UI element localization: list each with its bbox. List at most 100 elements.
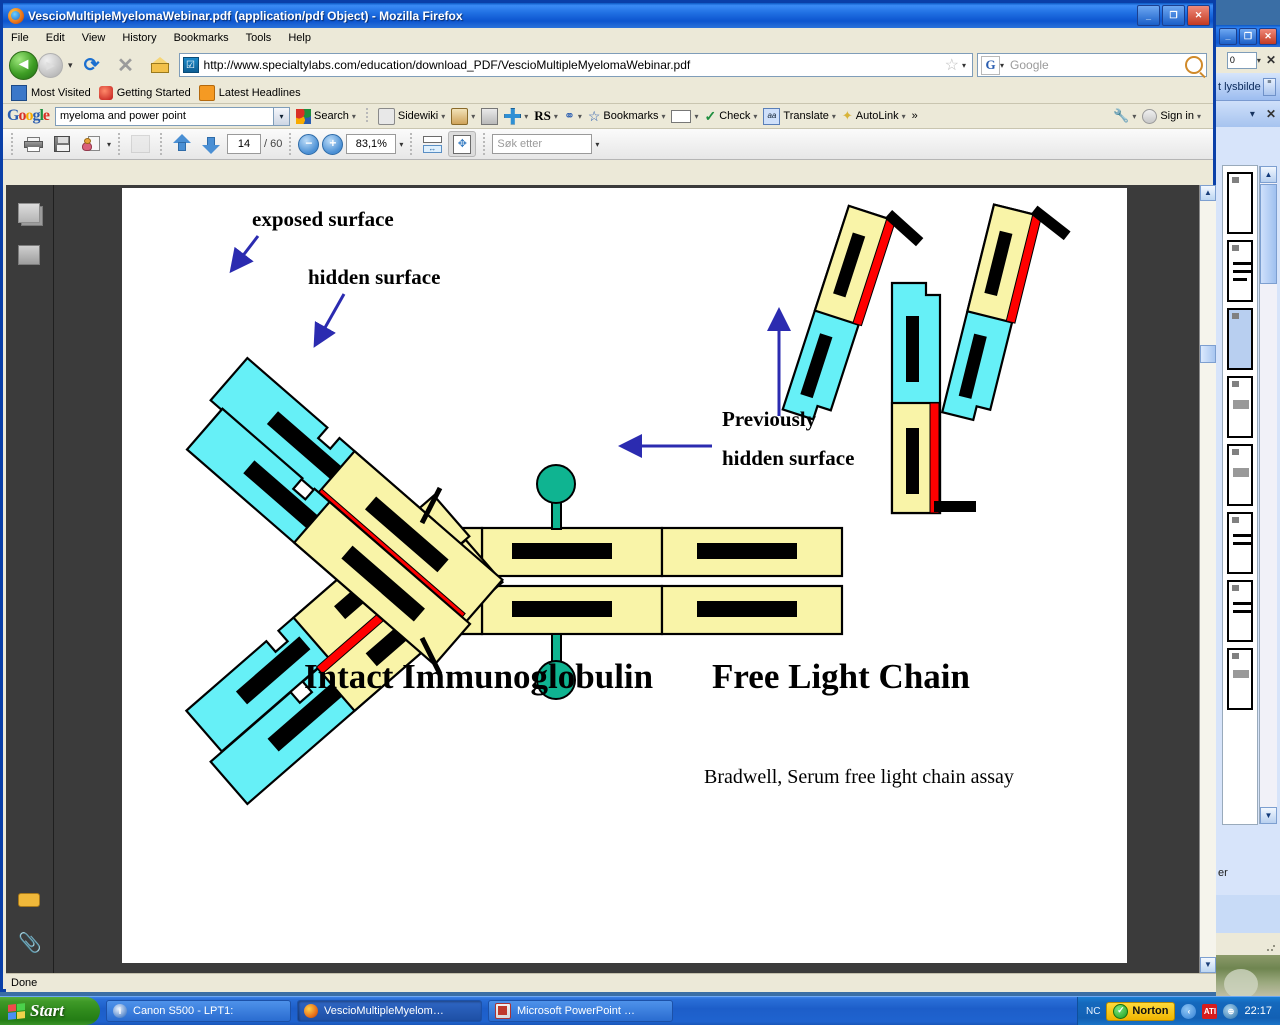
ppt-minimize-button[interactable]: _ xyxy=(1219,27,1237,45)
attachments-panel-icon[interactable]: 📎 xyxy=(18,931,42,954)
list-item[interactable] xyxy=(1227,376,1253,438)
gtb-bookmarks-button[interactable]: ☆ Bookmarks ▾ xyxy=(588,108,666,125)
bookmark-star-icon[interactable]: ☆ xyxy=(945,55,959,75)
fit-page-button[interactable]: ✥ xyxy=(448,131,477,157)
gtb-search-button[interactable]: Search ▾ xyxy=(296,108,356,124)
gtb-translate-button[interactable]: aa Translate ▾ xyxy=(763,107,836,125)
chevron-down-icon[interactable]: ▾ xyxy=(554,112,558,121)
ppt-close-button[interactable]: ✕ xyxy=(1259,27,1277,45)
ppt-scroll-up-button[interactable]: ▲ xyxy=(1260,166,1277,183)
start-button[interactable]: Start xyxy=(0,997,100,1025)
bookmark-most-visited[interactable]: Most Visited xyxy=(11,84,91,101)
gtb-autolink-button[interactable]: ✦ AutoLink ▾ xyxy=(842,108,906,124)
gtb-rs-button[interactable]: RS ▾ xyxy=(534,108,558,124)
chevron-down-icon[interactable]: ▾ xyxy=(832,112,836,121)
print-button[interactable] xyxy=(20,132,46,156)
gtb-news-button[interactable]: ▾ xyxy=(451,107,475,125)
powerpoint-thumbnail-scrollbar[interactable]: ▲ ▼ xyxy=(1259,166,1277,824)
home-button[interactable] xyxy=(145,51,175,79)
bookmark-getting-started[interactable]: Getting Started xyxy=(98,85,191,100)
previous-page-button[interactable] xyxy=(169,132,195,156)
menu-item-edit[interactable]: Edit xyxy=(46,32,65,44)
gtb-check-button[interactable]: ✓ Check ▾ xyxy=(704,108,757,125)
zoom-out-button[interactable]: − xyxy=(298,133,320,155)
url-bar[interactable]: ☑ http://www.specialtylabs.com/education… xyxy=(178,53,973,77)
menu-item-help[interactable]: Help xyxy=(288,32,311,44)
chevron-down-icon[interactable]: ▾ xyxy=(902,112,906,121)
list-item[interactable] xyxy=(1227,172,1253,234)
ppt-maximize-button[interactable]: ❐ xyxy=(1239,27,1257,45)
network-icon[interactable]: ⊕ xyxy=(1223,1003,1239,1019)
chevron-down-icon[interactable]: ▾ xyxy=(661,112,665,121)
zoom-in-button[interactable]: + xyxy=(322,133,344,155)
gtb-bank-button[interactable] xyxy=(481,107,499,125)
chevron-down-icon[interactable]: ▾ xyxy=(441,112,445,121)
list-item[interactable] xyxy=(1227,648,1253,710)
list-item[interactable] xyxy=(1227,512,1253,574)
chevron-down-icon[interactable]: ▾ xyxy=(753,112,757,121)
ppt-zoom-combo[interactable]: 0 xyxy=(1226,51,1257,69)
powerpoint-resize-grip[interactable] xyxy=(1216,933,1280,955)
zoom-dropdown-icon[interactable]: ▾ xyxy=(399,140,403,149)
taskbar-item-firefox[interactable]: VescioMultipleMyelom… xyxy=(297,1000,482,1022)
save-button[interactable] xyxy=(49,132,75,156)
chevron-down-icon[interactable]: ▾ xyxy=(524,112,528,121)
minimize-button[interactable]: _ xyxy=(1137,5,1160,26)
ppt-taskpane-spin-icon[interactable]: ≡ xyxy=(1262,77,1276,96)
scroll-down-button[interactable]: ▼ xyxy=(1200,957,1216,973)
scroll-up-button[interactable]: ▲ xyxy=(1200,185,1216,201)
menu-item-tools[interactable]: Tools xyxy=(246,32,272,44)
gtb-overflow-button[interactable]: » xyxy=(912,110,918,122)
chevron-down-icon[interactable]: ▾ xyxy=(578,112,582,121)
ppt-pane-close-icon[interactable]: ✕ xyxy=(1266,107,1276,121)
chevron-down-icon[interactable]: ▾ xyxy=(694,112,698,121)
chevron-down-icon[interactable]: ▾ xyxy=(471,112,475,121)
search-magnifier-icon[interactable] xyxy=(1185,56,1203,74)
gtb-signin-button[interactable]: Sign in ▾ xyxy=(1142,108,1201,124)
ppt-panel-close-icon[interactable]: ✕ xyxy=(1266,53,1276,67)
page-number-input[interactable]: 14 xyxy=(227,134,262,154)
scroll-thumb[interactable] xyxy=(1200,345,1216,363)
ppt-scroll-thumb[interactable] xyxy=(1260,184,1277,284)
find-dropdown-icon[interactable]: ▾ xyxy=(595,140,599,149)
google-query-dropdown-icon[interactable]: ▾ xyxy=(273,107,290,125)
google-search-input[interactable]: myeloma and power point ▾ xyxy=(55,106,291,126)
search-bar[interactable]: G ▾ Google xyxy=(977,53,1207,77)
menu-item-file[interactable]: File xyxy=(11,32,29,44)
fit-width-button[interactable]: ↔ xyxy=(419,132,445,156)
bookmarks-panel-icon[interactable] xyxy=(18,245,40,265)
list-item[interactable] xyxy=(1227,240,1253,302)
url-dropdown-icon[interactable]: ▾ xyxy=(962,61,966,70)
chevron-down-icon[interactable]: ▾ xyxy=(1132,112,1136,121)
back-button[interactable]: ◄ xyxy=(9,50,38,80)
reload-button[interactable]: ⟳ xyxy=(77,51,107,79)
email-dropdown-icon[interactable]: ▾ xyxy=(107,140,111,149)
find-input[interactable]: Søk etter xyxy=(492,134,593,154)
email-button[interactable] xyxy=(78,132,104,156)
clock[interactable]: 22:17 xyxy=(1244,1005,1272,1017)
powerpoint-slide-thumbnails[interactable] xyxy=(1222,165,1258,825)
maximize-button[interactable]: ❐ xyxy=(1162,5,1185,26)
search-input[interactable]: Google xyxy=(1004,58,1185,72)
pdf-navigation-sidebar[interactable]: 📎 xyxy=(6,185,54,973)
menu-item-view[interactable]: View xyxy=(82,32,106,44)
gtb-link-button[interactable]: ⚭ ▾ xyxy=(564,108,582,124)
comments-panel-icon[interactable] xyxy=(18,893,40,907)
taskbar-item-powerpoint[interactable]: Microsoft PowerPoint … xyxy=(488,1000,673,1022)
menu-item-history[interactable]: History xyxy=(122,32,156,44)
chevron-down-icon[interactable]: ▾ xyxy=(352,112,356,121)
list-item[interactable] xyxy=(1227,580,1253,642)
zoom-level-input[interactable]: 83,1% xyxy=(346,134,397,154)
gtb-plus-button[interactable]: ▾ xyxy=(504,107,528,125)
stop-button[interactable]: ✕ xyxy=(111,51,141,79)
ppt-combo-caret-icon[interactable]: ▾ xyxy=(1257,56,1261,65)
close-button[interactable]: ✕ xyxy=(1187,5,1210,26)
next-page-button[interactable] xyxy=(198,132,224,156)
pdf-vertical-scrollbar[interactable]: ▲ ▼ xyxy=(1199,185,1216,973)
list-item-selected[interactable] xyxy=(1227,308,1253,370)
gtb-sidewiki-button[interactable]: Sidewiki ▾ xyxy=(377,107,445,125)
search-engine-icon[interactable]: G xyxy=(981,55,1000,75)
menu-item-bookmarks[interactable]: Bookmarks xyxy=(174,32,229,44)
pages-panel-icon[interactable] xyxy=(18,203,40,223)
tray-expand-icon[interactable]: ‹ xyxy=(1181,1003,1197,1019)
